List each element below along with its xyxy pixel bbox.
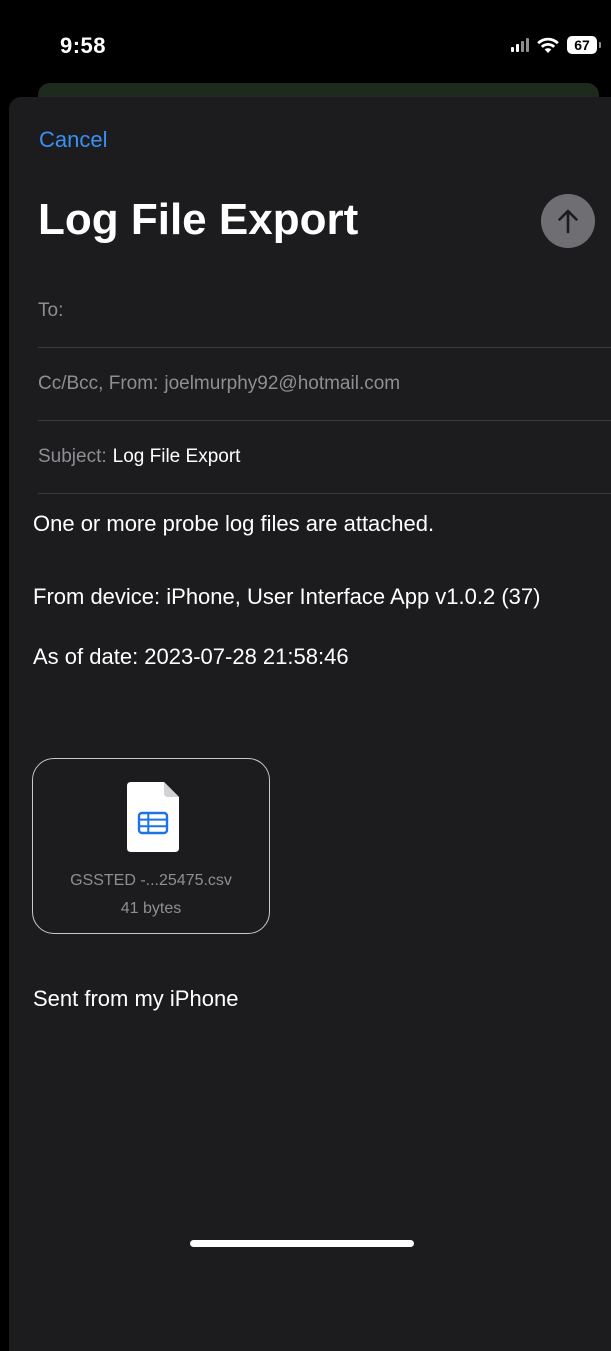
subject-label: Subject: (38, 446, 107, 467)
signal-icon (511, 38, 529, 52)
from-address[interactable]: joelmurphy92@hotmail.com (164, 373, 400, 395)
cancel-button[interactable]: Cancel (39, 127, 107, 153)
cc-bcc-from-label: Cc/Bcc, From: (38, 373, 159, 394)
status-bar: 9:58 67 (0, 0, 611, 90)
subject-field[interactable]: Subject: Log File Export (38, 421, 611, 494)
to-label: To: (38, 300, 64, 321)
body-line-date[interactable]: As of date: 2023-07-28 21:58:46 (33, 642, 593, 672)
wifi-icon (537, 37, 559, 53)
spreadsheet-file-icon (127, 782, 179, 852)
status-icons: 67 (511, 34, 601, 56)
compose-title: Log File Export (38, 195, 359, 244)
arrow-up-icon (558, 209, 578, 234)
attachment-card[interactable]: GSSTED -...25475.csv 41 bytes (32, 758, 270, 934)
to-field[interactable]: To: (38, 275, 611, 348)
cc-bcc-from-field[interactable]: Cc/Bcc, From: joelmurphy92@hotmail.com (38, 348, 611, 421)
send-button[interactable] (541, 194, 595, 248)
compose-sheet: Cancel Log File Export To: Cc/Bcc, From:… (9, 97, 611, 1351)
home-indicator[interactable] (190, 1240, 414, 1247)
subject-input[interactable]: Log File Export (113, 446, 241, 468)
body-line-attached[interactable]: One or more probe log files are attached… (33, 509, 593, 539)
email-signature[interactable]: Sent from my iPhone (33, 984, 593, 1014)
status-time: 9:58 (60, 33, 107, 58)
battery-level: 67 (574, 37, 590, 53)
attachment-file-name: GSSTED -...25475.csv (70, 872, 232, 889)
body-line-device[interactable]: From device: iPhone, User Interface App … (33, 582, 593, 612)
battery-icon: 67 (567, 36, 601, 54)
attachment-file-size: 41 bytes (120, 900, 182, 917)
